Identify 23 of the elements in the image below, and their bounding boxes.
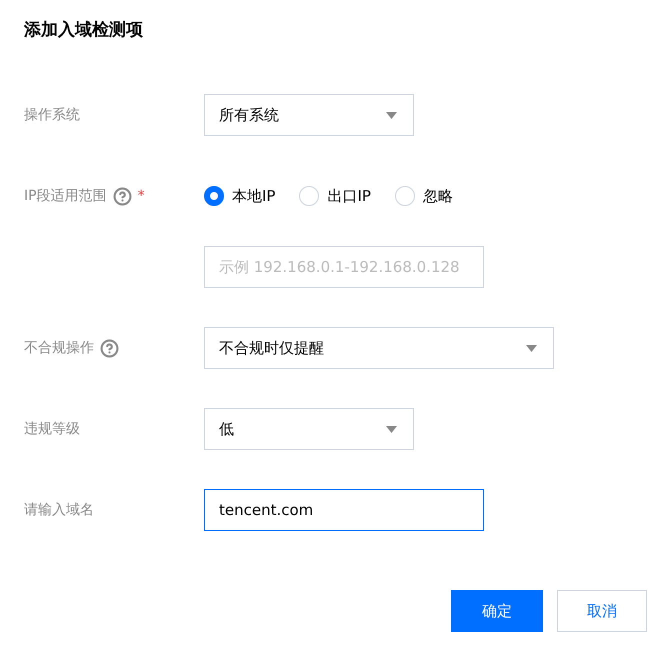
field-label: 操作系统 [24,106,80,124]
required-mark: * [138,188,145,204]
cancel-button[interactable]: 取消 [557,590,647,632]
field-label: IP段适用范围 [24,187,107,205]
field-label: 不合规操作 [24,339,94,357]
help-icon[interactable] [112,186,132,206]
dropdown[interactable]: 低 [204,408,414,450]
caret-icon [386,112,397,118]
radio-button[interactable] [204,186,224,206]
dropdown[interactable]: 所有系统 [204,94,414,136]
caret-icon [526,344,537,352]
radio-option[interactable]: 忽略 [394,186,453,206]
field-label: 违规等级 [24,420,80,438]
dropdown[interactable]: 不合规时仅提醒 [204,327,554,369]
input-field[interactable]: 示例 192.168.0.1-192.168.0.128 [204,246,484,288]
field-label: 请输入域名 [24,501,94,519]
confirm-button[interactable]: 确定 [451,590,543,632]
radio-option[interactable]: 本地IP [204,186,276,206]
input-field[interactable]: tencent.com [204,489,484,531]
help-icon[interactable] [100,338,119,358]
caret-icon [386,426,397,432]
dialog-title: 添加入域检测项 [24,19,144,42]
radio-option[interactable]: 出口IP [299,186,371,206]
